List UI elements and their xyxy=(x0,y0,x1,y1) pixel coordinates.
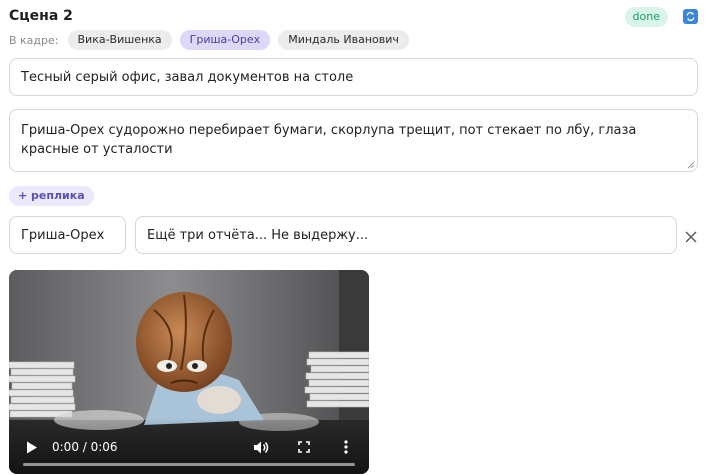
cast-row: В кадре: Вика-Вишенка Гриша-Орех Миндаль… xyxy=(9,30,417,50)
description-text: Гриша-Орех судорожно перебирает бумаги, … xyxy=(21,123,637,157)
location-input[interactable]: Тесный серый офис, завал документов на с… xyxy=(9,58,698,96)
regenerate-button[interactable] xyxy=(683,9,698,24)
more-vertical-icon[interactable] xyxy=(344,440,348,454)
video-player[interactable]: 0:00 / 0:06 xyxy=(9,270,369,474)
volume-icon[interactable] xyxy=(253,440,269,455)
speaker-input[interactable]: Гриша-Орех xyxy=(9,216,126,254)
play-icon[interactable] xyxy=(26,441,38,454)
character-chip[interactable]: Вика-Вишенка xyxy=(67,30,172,50)
add-line-button[interactable]: + реплика xyxy=(9,186,94,206)
resize-grip-icon[interactable] xyxy=(687,161,695,169)
refresh-icon xyxy=(686,12,695,21)
close-icon[interactable] xyxy=(684,230,698,244)
video-progress-bar[interactable] xyxy=(23,463,355,466)
video-controls: 0:00 / 0:06 xyxy=(9,418,369,474)
time-display: 0:00 / 0:06 xyxy=(52,440,118,454)
scene-header: Сцена 2 done xyxy=(9,7,698,27)
status-badge: done xyxy=(624,7,668,27)
fullscreen-icon[interactable] xyxy=(298,441,310,453)
character-chip[interactable]: Миндаль Иванович xyxy=(278,30,409,50)
description-textarea[interactable]: Гриша-Орех судорожно перебирает бумаги, … xyxy=(9,109,698,172)
character-chip-active[interactable]: Гриша-Орех xyxy=(179,30,271,50)
dialogue-input[interactable]: Ещё три отчёта... Не выдержу... xyxy=(135,216,677,254)
cast-label: В кадре: xyxy=(9,33,59,47)
scene-title: Сцена 2 xyxy=(9,8,73,24)
